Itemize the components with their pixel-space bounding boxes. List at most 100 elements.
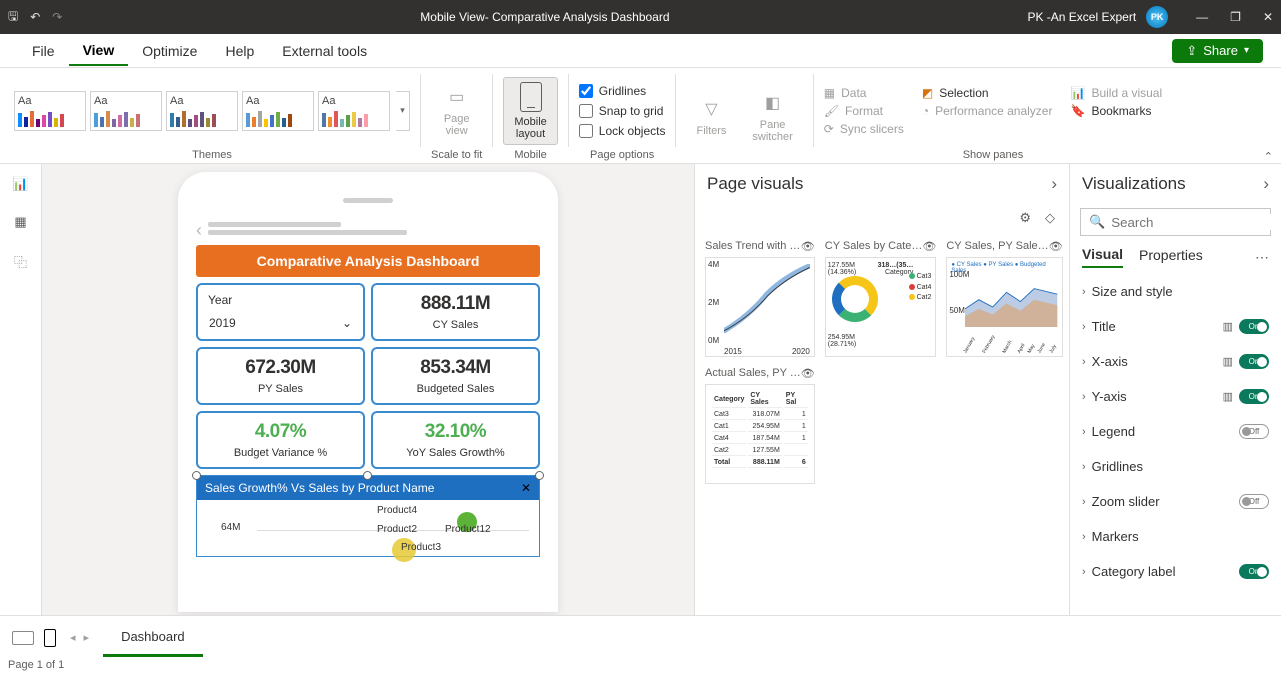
canvas[interactable]: ‹ Comparative Analysis Dashboard Year 20… (42, 164, 694, 615)
card-budgeted-sales[interactable]: 853.34M Budgeted Sales (371, 347, 540, 405)
pv-item-actual-sales[interactable]: Actual Sales, PY …👁 CategoryCY SalesPY S… (705, 367, 815, 484)
phone-notch (343, 198, 393, 203)
toggle-off[interactable]: Off (1239, 494, 1269, 509)
card-py-sales[interactable]: 672.30M PY Sales (196, 347, 365, 405)
format-row-x-axis[interactable]: › X-axis ▥ On (1070, 344, 1281, 379)
save-icon[interactable]: 🖫 (8, 7, 18, 28)
resize-handle[interactable] (535, 471, 544, 480)
themes-dropdown[interactable]: ▾ (396, 91, 410, 131)
menu-external-tools[interactable]: External tools (268, 37, 381, 65)
toggle-off[interactable]: Off (1239, 424, 1269, 439)
avatar[interactable]: PK (1146, 6, 1168, 28)
selection-pane-button[interactable]: ◩Selection (922, 86, 1053, 100)
format-row-size-and-style[interactable]: › Size and style (1070, 274, 1281, 309)
eraser-icon[interactable]: ◇ (1045, 210, 1055, 226)
window-title: Mobile View- Comparative Analysis Dashbo… (62, 10, 1027, 24)
tab-visual[interactable]: Visual (1082, 246, 1123, 268)
scale-label: Scale to fit (431, 149, 482, 163)
next-page-icon[interactable]: ▸ (84, 631, 90, 644)
theme-thumb[interactable]: Aa (242, 91, 314, 131)
scatter-chart-visual[interactable]: Sales Growth% Vs Sales by Product Name ✕… (196, 475, 540, 557)
eye-icon[interactable]: 👁 (801, 240, 815, 253)
format-row-category-label[interactable]: › Category label On (1070, 554, 1281, 589)
tab-properties[interactable]: Properties (1139, 247, 1203, 267)
resize-handle[interactable] (192, 471, 201, 480)
desktop-view-icon[interactable] (12, 631, 34, 645)
pv-item-cy-py-sales[interactable]: CY Sales, PY Sale…👁 ● CY Sales ● PY Sale… (946, 240, 1062, 357)
theme-thumb[interactable]: Aa (318, 91, 390, 131)
card-yoy-growth[interactable]: 32.10% YoY Sales Growth% (371, 411, 540, 469)
more-icon[interactable]: ⋯ (1255, 249, 1269, 266)
search-input[interactable] (1111, 214, 1281, 230)
ribbon-themes: AaAaAaAaAa ▾ Themes (8, 72, 416, 163)
resize-handle[interactable] (363, 471, 372, 480)
mobile-view-icon[interactable] (44, 629, 56, 647)
chevron-right-icon[interactable]: › (1051, 174, 1057, 194)
toggle-on[interactable]: On (1239, 564, 1269, 579)
theme-thumb[interactable]: Aa (90, 91, 162, 131)
theme-thumb[interactable]: Aa (14, 91, 86, 131)
ribbon-collapse[interactable]: ⌃ (1264, 150, 1273, 163)
chevron-down-icon: ⌄ (342, 316, 352, 330)
pane-switcher-label: Pane switcher (752, 119, 792, 143)
chart-prod-label: Product3 (401, 542, 441, 553)
toggle-on[interactable]: On (1239, 354, 1269, 369)
menu-view[interactable]: View (69, 36, 129, 66)
gridlines-checkbox[interactable]: Gridlines (579, 84, 666, 98)
panes-label: Show panes (963, 149, 1024, 163)
sync-slicers-button: ⟳Sync slicers (824, 122, 904, 136)
format-row-gridlines[interactable]: › Gridlines (1070, 449, 1281, 484)
eye-icon[interactable]: 👁 (801, 367, 815, 380)
remove-visual-icon[interactable]: ✕ (521, 481, 531, 495)
chevron-right-icon: › (1082, 321, 1086, 333)
restore-icon[interactable]: ❐ (1230, 10, 1241, 24)
settings-icon[interactable]: ⚙ (1019, 210, 1031, 226)
share-button[interactable]: ⇪ Share ▾ (1172, 39, 1263, 63)
mobile-layout-button[interactable]: Mobile layout (503, 77, 557, 145)
undo-icon[interactable]: ↶ (30, 10, 40, 24)
toggle-on[interactable]: On (1239, 319, 1269, 334)
fx-icon[interactable]: ▥ (1223, 390, 1233, 403)
card-budget-variance[interactable]: 4.07% Budget Variance % (196, 411, 365, 469)
redo-icon[interactable]: ↷ (52, 10, 62, 24)
pv-item-sales-trend[interactable]: Sales Trend with …👁 4M 2M 0M 2015 2020 (705, 240, 815, 357)
viz-search[interactable]: 🔍 (1080, 208, 1271, 236)
format-name: Size and style (1092, 284, 1269, 299)
bookmarks-button[interactable]: 🔖Bookmarks (1070, 104, 1162, 118)
fx-icon[interactable]: ▥ (1223, 320, 1233, 333)
card-cy-sales[interactable]: 888.11M CY Sales (371, 283, 540, 341)
format-row-legend[interactable]: › Legend Off (1070, 414, 1281, 449)
visualizations-pane: Visualizations › 🔍 Visual Properties ⋯ ›… (1069, 164, 1281, 615)
format-row-markers[interactable]: › Markers (1070, 519, 1281, 554)
page-view-icon: ▭ (445, 85, 469, 109)
lock-checkbox[interactable]: Lock objects (579, 124, 666, 138)
theme-thumb[interactable]: Aa (166, 91, 238, 131)
format-name: Legend (1092, 424, 1233, 439)
pv-item-cy-sales-category[interactable]: CY Sales by Cate…👁 127.55M (14.36%) 254.… (825, 240, 937, 357)
minimize-icon[interactable]: — (1196, 10, 1208, 24)
close-icon[interactable]: ✕ (1263, 10, 1273, 24)
report-view-icon[interactable]: 📊 (12, 176, 28, 192)
menu-help[interactable]: Help (211, 37, 268, 65)
format-row-zoom-slider[interactable]: › Zoom slider Off (1070, 484, 1281, 519)
year-slicer[interactable]: Year 2019⌄ (196, 283, 365, 341)
mobile-layout-icon (520, 82, 542, 112)
menu-optimize[interactable]: Optimize (128, 37, 211, 65)
user-name: PK -An Excel Expert (1027, 10, 1136, 24)
eye-icon[interactable]: 👁 (922, 240, 936, 253)
toggle-on[interactable]: On (1239, 389, 1269, 404)
prev-page-icon[interactable]: ◂ (70, 631, 76, 644)
eye-icon[interactable]: 👁 (1049, 240, 1063, 253)
snap-checkbox[interactable]: Snap to grid (579, 104, 666, 118)
format-row-y-axis[interactable]: › Y-axis ▥ On (1070, 379, 1281, 414)
pane-switcher-icon: ◧ (761, 91, 785, 115)
card-label: Budget Variance % (208, 447, 353, 459)
menu-file[interactable]: File (18, 37, 69, 65)
data-view-icon[interactable]: ▦ (14, 214, 26, 230)
fx-icon[interactable]: ▥ (1223, 355, 1233, 368)
chevron-right-icon[interactable]: › (1263, 174, 1269, 194)
format-row-title[interactable]: › Title ▥ On (1070, 309, 1281, 344)
model-view-icon[interactable]: ⿻ (14, 252, 27, 271)
dashboard-title[interactable]: Comparative Analysis Dashboard (196, 245, 540, 277)
page-tab-dashboard[interactable]: Dashboard (103, 619, 203, 657)
